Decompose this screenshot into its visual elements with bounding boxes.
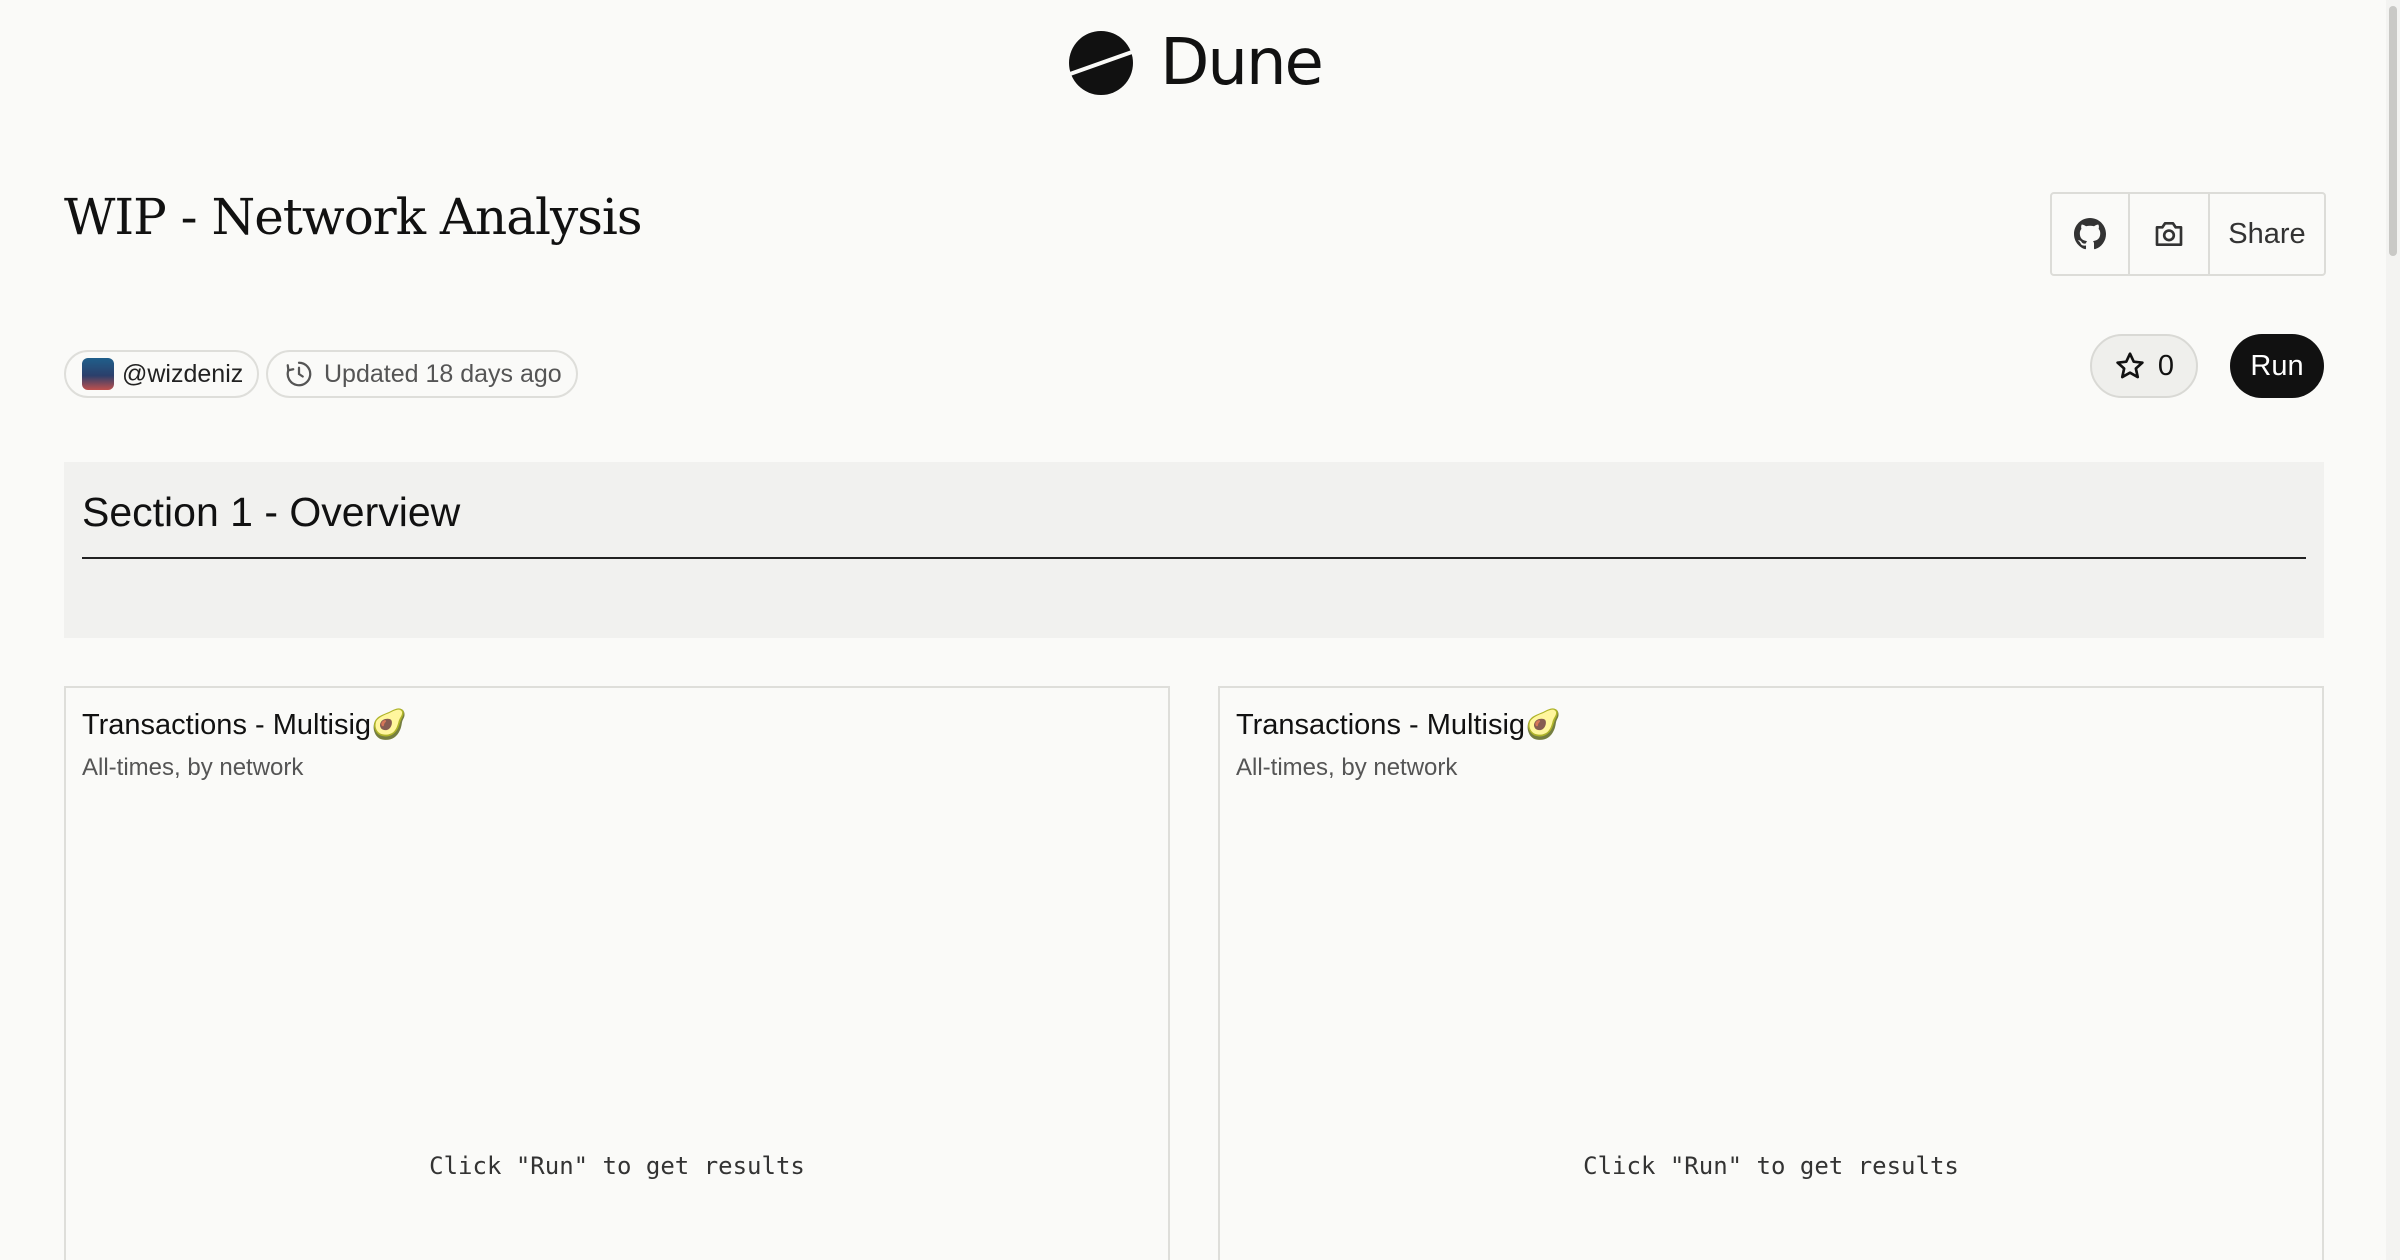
updated-chip: Updated 18 days ago [266, 350, 578, 398]
card-title[interactable]: Transactions - Multisig🥑 [1236, 708, 1561, 742]
section-divider [82, 557, 2306, 560]
visualization-card[interactable]: Transactions - Multisig🥑 All-times, by n… [64, 686, 1170, 1260]
card-subtitle: All-times, by network [1236, 754, 1458, 781]
page-scrollbar[interactable] [2386, 0, 2400, 1260]
star-button[interactable]: 0 [2090, 334, 2198, 398]
section-title: Section 1 - Overview [82, 489, 461, 535]
camera-icon [2155, 222, 2183, 246]
section-overview: Section 1 - Overview [64, 462, 2324, 638]
author-name: @wizdeniz [122, 359, 244, 388]
screenshot-button[interactable] [2130, 194, 2210, 274]
run-placeholder: Click "Run" to get results [1583, 1152, 1959, 1180]
star-icon [2116, 352, 2144, 379]
github-button[interactable] [2052, 194, 2130, 274]
share-button[interactable]: Share [2210, 194, 2324, 274]
dune-logo-icon [1069, 31, 1134, 95]
scrollbar-thumb[interactable] [2389, 6, 2397, 256]
author-chip[interactable]: @wizdeniz [64, 350, 260, 398]
run-placeholder: Click "Run" to get results [429, 1152, 805, 1180]
visualization-card[interactable]: Transactions - Multisig🥑 All-times, by n… [1218, 686, 2324, 1260]
star-count: 0 [2157, 349, 2175, 382]
run-button[interactable]: Run [2230, 334, 2324, 398]
card-subtitle: All-times, by network [82, 754, 304, 781]
clock-icon [286, 361, 312, 387]
dashboard-toolbar: Share [2050, 192, 2326, 276]
avatar [82, 358, 114, 390]
updated-text: Updated 18 days ago [324, 359, 562, 388]
dune-logo[interactable]: Dune [0, 30, 2390, 96]
dashboard-page: Dune WIP - Network Analysis Share @wizde… [0, 0, 2400, 1260]
brand-name: Dune [1160, 26, 1324, 100]
page-title: WIP - Network Analysis [64, 188, 643, 246]
card-title[interactable]: Transactions - Multisig🥑 [82, 708, 407, 742]
github-icon [2074, 218, 2106, 250]
